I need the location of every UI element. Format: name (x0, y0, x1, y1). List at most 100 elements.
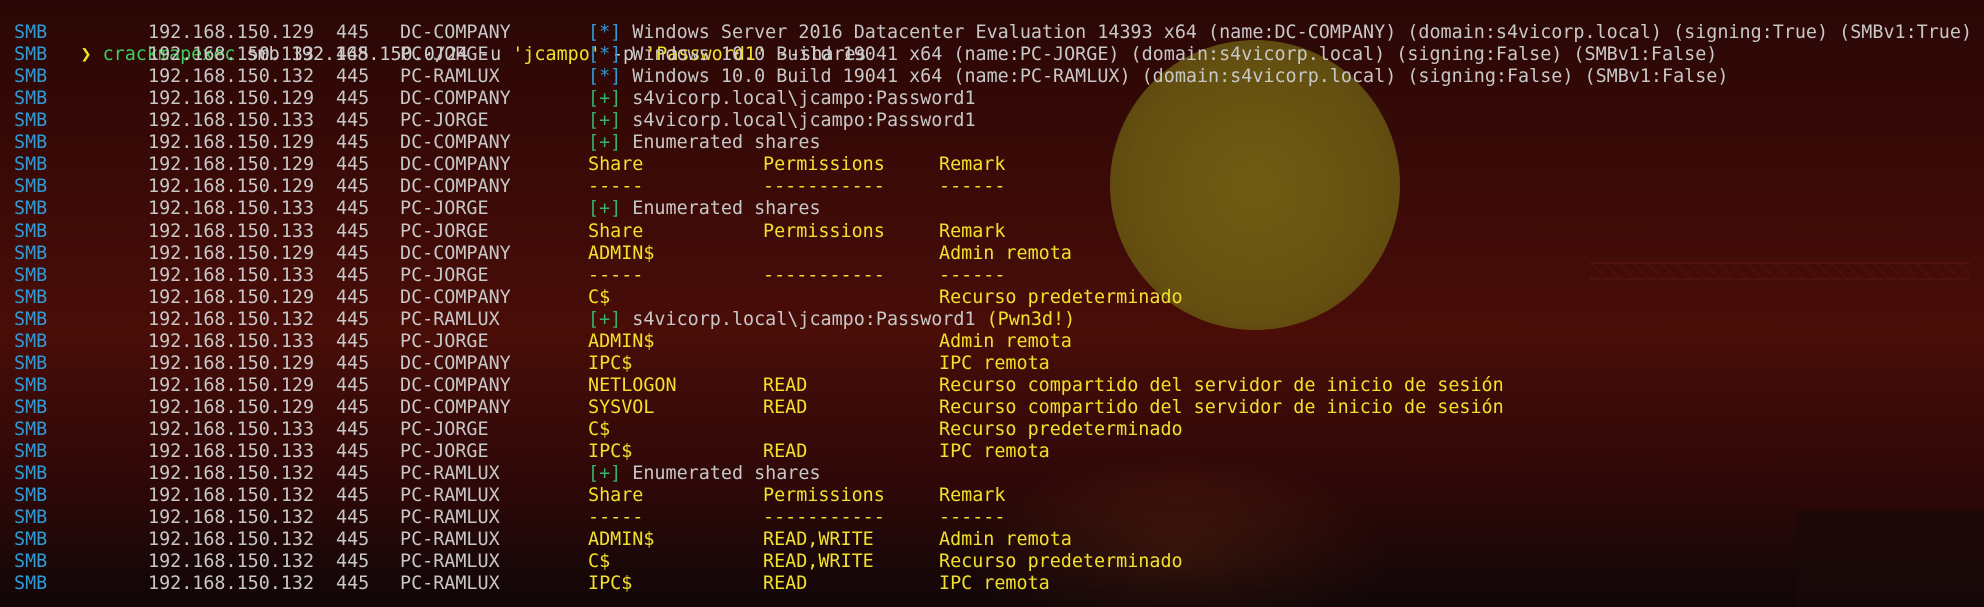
hostname: DC-COMPANY (400, 132, 511, 154)
ip-address: 192.168.150.132 (148, 507, 315, 529)
status-message: [*] Windows 10.0 Build 19041 x64 (name:P… (588, 66, 1728, 88)
port-number: 445 (336, 264, 370, 286)
hostname: DC-COMPANY (400, 396, 511, 418)
ip-address: 192.168.150.133 (148, 418, 315, 440)
ip-address: 192.168.150.133 (148, 330, 315, 352)
port-number: 445 (336, 529, 370, 551)
share-remark: Recurso predeterminado (939, 286, 1183, 308)
protocol-label: SMB (14, 396, 48, 418)
success-tag: [+] (588, 88, 622, 110)
protocol-label: SMB (14, 220, 48, 242)
share-remark: Recurso predeterminado (939, 418, 1183, 440)
hostname: PC-JORGE (400, 44, 489, 66)
share-remark: ------ (939, 176, 1006, 198)
info-tag: [*] (588, 66, 622, 88)
share-permissions: READ,WRITE (763, 529, 874, 551)
hostname: PC-JORGE (400, 441, 489, 462)
terminal-output[interactable]: ❯ crackmapexec smb 192.168.150.0/24 -u '… (0, 0, 1984, 607)
share-remark: ------ (939, 507, 1006, 529)
share-permissions: Permissions (763, 485, 885, 507)
port-number: 445 (336, 573, 370, 595)
protocol-label: SMB (14, 286, 48, 308)
share-name: Share (588, 485, 644, 507)
port-number: 445 (336, 22, 370, 44)
protocol-label: SMB (14, 88, 48, 110)
port-number: 445 (336, 441, 370, 462)
hostname: PC-JORGE (400, 264, 489, 286)
port-number: 445 (336, 396, 370, 418)
share-permissions: ----------- (763, 507, 885, 529)
share-remark: Admin remota (939, 529, 1072, 551)
success-tag: [+] (588, 110, 622, 132)
hostname: PC-RAMLUX (400, 308, 500, 330)
share-name: ADMIN$ (588, 330, 655, 352)
status-text: s4vicorp.local\jcampo:Password1 (621, 88, 976, 110)
status-message: [+] Enumerated shares (588, 198, 821, 220)
ip-address: 192.168.150.133 (148, 44, 315, 66)
status-message: [+] s4vicorp.local\jcampo:Password1 (588, 110, 976, 132)
ip-address: 192.168.150.132 (148, 573, 315, 595)
port-number: 445 (336, 242, 370, 264)
protocol-label: SMB (14, 242, 48, 264)
protocol-label: SMB (14, 507, 48, 529)
success-tag: [+] (588, 132, 622, 154)
protocol-label: SMB (14, 22, 48, 44)
hostname: DC-COMPANY (400, 176, 511, 198)
share-name: SYSVOL (588, 396, 655, 418)
status-message: [+] Enumerated shares (588, 463, 821, 485)
share-permissions: READ (763, 573, 808, 595)
hostname: DC-COMPANY (400, 242, 511, 264)
hostname: DC-COMPANY (400, 22, 511, 44)
status-text: s4vicorp.local\jcampo:Password1 (621, 110, 976, 132)
ip-address: 192.168.150.132 (148, 66, 315, 88)
hostname: PC-JORGE (400, 330, 489, 352)
hostname: DC-COMPANY (400, 374, 511, 396)
share-name: Share (588, 154, 644, 176)
port-number: 445 (336, 176, 370, 198)
port-number: 445 (336, 330, 370, 352)
hostname: PC-JORGE (400, 418, 489, 440)
protocol-label: SMB (14, 441, 48, 462)
share-permissions: Permissions (763, 154, 885, 176)
share-name: C$ (588, 418, 611, 440)
port-number: 445 (336, 485, 370, 507)
hostname: PC-JORGE (400, 198, 489, 220)
ip-address: 192.168.150.132 (148, 485, 315, 507)
hostname: DC-COMPANY (400, 88, 511, 110)
ip-address: 192.168.150.129 (148, 22, 315, 44)
share-remark: Remark (939, 220, 1006, 242)
share-remark: Remark (939, 154, 1006, 176)
share-remark: IPC remota (939, 573, 1050, 595)
protocol-label: SMB (14, 529, 48, 551)
port-number: 445 (336, 198, 370, 220)
hostname: DC-COMPANY (400, 154, 511, 176)
hostname: PC-JORGE (400, 220, 489, 242)
share-name: Share (588, 220, 644, 242)
protocol-label: SMB (14, 154, 48, 176)
port-number: 445 (336, 507, 370, 529)
ip-address: 192.168.150.129 (148, 132, 315, 154)
status-text: Enumerated shares (621, 198, 821, 220)
ip-address: 192.168.150.129 (148, 88, 315, 110)
port-number: 445 (336, 154, 370, 176)
command-prompt-line: ❯ crackmapexec smb 192.168.150.0/24 -u '… (0, 0, 866, 65)
success-tag: [+] (588, 198, 622, 220)
share-remark: Admin remota (939, 330, 1072, 352)
port-number: 445 (336, 220, 370, 242)
port-number: 445 (336, 352, 370, 374)
ip-address: 192.168.150.129 (148, 154, 315, 176)
share-remark: Admin remota (939, 242, 1072, 264)
status-message: [+] Enumerated shares (588, 132, 821, 154)
share-name: ----- (588, 507, 644, 529)
hostname: DC-COMPANY (400, 286, 511, 308)
status-message: [+] s4vicorp.local\jcampo:Password1 (588, 88, 976, 110)
protocol-label: SMB (14, 374, 48, 396)
status-text: Enumerated shares (621, 132, 821, 154)
share-name: ----- (588, 264, 644, 286)
status-message: [*] Windows 10.0 Build 19041 x64 (name:P… (588, 44, 1717, 66)
share-name: ----- (588, 176, 644, 198)
protocol-label: SMB (14, 485, 48, 507)
port-number: 445 (336, 66, 370, 88)
ip-address: 192.168.150.129 (148, 242, 315, 264)
share-remark: IPC remota (939, 441, 1050, 462)
